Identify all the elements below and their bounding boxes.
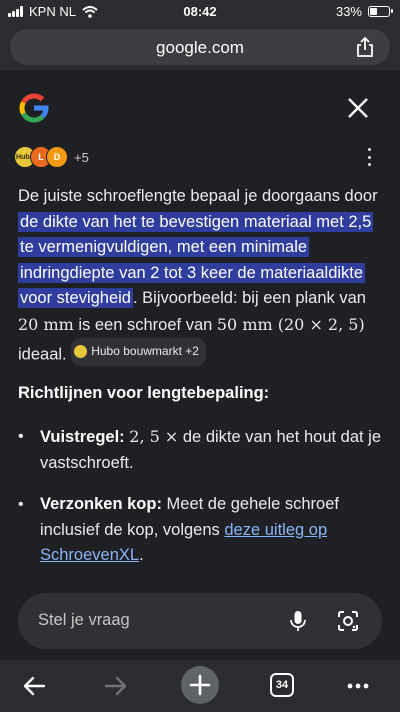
mic-icon[interactable]	[286, 609, 310, 633]
bottom-toolbar: 34	[0, 660, 400, 712]
hubo-chip-icon	[74, 345, 88, 359]
para-text-3: is een schroef van	[73, 315, 217, 334]
back-icon[interactable]	[18, 670, 50, 702]
close-icon[interactable]	[344, 94, 372, 122]
guidelines-heading: Richtlijnen voor lengtebepaling:	[18, 384, 270, 402]
guidelines-list: Vuistregel: 2, 5 × de dikte van het hout…	[18, 424, 384, 585]
status-right: 33%	[335, 4, 393, 19]
overview-paragraph: De juiste schroeflengte bepaal je doorga…	[18, 184, 384, 368]
address-bar-area: google.com	[0, 26, 400, 70]
new-tab-icon	[189, 674, 211, 696]
source-chip-label: Hubo bouwmarkt +2	[91, 344, 199, 358]
share-icon[interactable]	[354, 36, 376, 58]
bullet-text-end: .	[139, 546, 144, 564]
bullet-title: Vuistregel:	[40, 428, 125, 446]
list-item: Verzonken kop: Meet de gehele schroef in…	[18, 492, 384, 569]
para-text-2: . Bijvoorbeeld: bij een plank van	[132, 289, 366, 307]
sources-more-count: +5	[74, 149, 89, 165]
tabs-icon[interactable]: 34	[270, 673, 294, 697]
lens-icon[interactable]	[336, 609, 360, 633]
math-plank-size: 20 mm	[18, 314, 74, 334]
para-text-1: De juiste schroeflengte bepaal je doorga…	[18, 187, 378, 205]
math-screw-size: 50 mm (20 × 2, 5)	[216, 314, 365, 334]
ask-placeholder: Stel je vraag	[38, 611, 130, 629]
para-text-4: ideaal.	[18, 345, 72, 364]
url-domain: google.com	[156, 38, 244, 57]
address-bar[interactable]: google.com	[10, 29, 390, 65]
list-item: Vuistregel: 2, 5 × de dikte van het hout…	[18, 424, 384, 476]
new-tab-button[interactable]	[181, 666, 219, 704]
ai-overview-sheet: Hubo L D +5 De juiste schroeflengte bepa…	[0, 76, 400, 656]
tab-count: 34	[275, 679, 289, 691]
forward-icon[interactable]	[100, 670, 132, 702]
google-logo	[19, 93, 49, 123]
math-factor: 2, 5 ×	[129, 427, 179, 446]
more-options-icon[interactable]	[366, 148, 372, 166]
menu-icon[interactable]	[342, 670, 374, 702]
source-favicon-d: D	[46, 146, 68, 168]
bullet-title: Verzonken kop:	[40, 495, 162, 513]
ask-input[interactable]: Stel je vraag	[18, 593, 382, 649]
status-bar: KPN NL 08:42 33%	[0, 0, 400, 26]
battery-icon	[368, 6, 393, 17]
battery-percent: 33%	[335, 4, 362, 19]
source-chip[interactable]: Hubo bouwmarkt +2	[71, 338, 206, 366]
source-favicons[interactable]: Hubo L D +5	[14, 146, 89, 168]
